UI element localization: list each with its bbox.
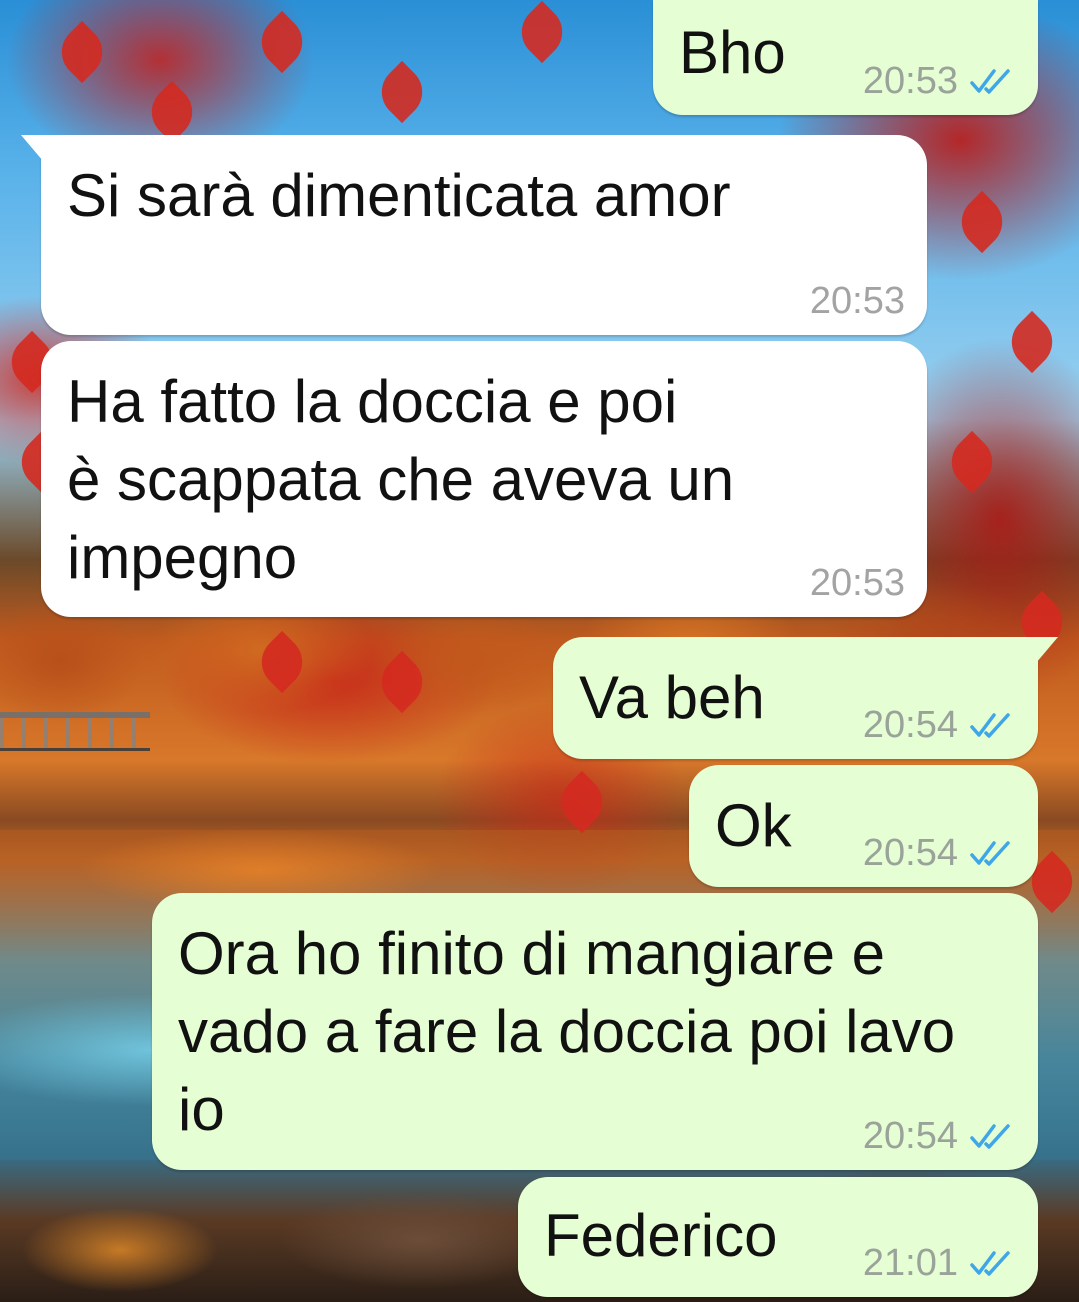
message-bubble-outgoing[interactable]: Ora ho finito di mangiare e vado a fare …	[152, 893, 1038, 1170]
message-text: Federico	[544, 1202, 778, 1269]
double-check-read-icon	[970, 69, 1010, 94]
message-meta: 20:54	[863, 833, 1016, 873]
message-text: Si sarà dimenticata amor	[67, 162, 731, 229]
message-time: 20:53	[809, 562, 905, 604]
message-bubble-incoming[interactable]: Si sarà dimenticata amor 20:53	[21, 135, 927, 335]
message-meta: 20:53	[810, 281, 905, 321]
message-time: 20:53	[862, 60, 958, 102]
bubble-tail	[21, 135, 43, 161]
message-time: 20:54	[862, 832, 958, 874]
message-meta: 20:54	[863, 705, 1016, 745]
message-meta: 21:01	[863, 1243, 1016, 1283]
double-check-read-icon	[970, 713, 1010, 738]
message-meta: 20:53	[810, 563, 905, 603]
double-check-read-icon	[970, 1251, 1010, 1276]
message-text: Bho	[679, 19, 786, 86]
message-meta: 20:54	[863, 1116, 1016, 1156]
message-bubble-incoming[interactable]: Ha fatto la doccia e poi è scappata che …	[41, 341, 927, 617]
message-text: Va beh	[579, 664, 765, 731]
double-check-read-icon	[970, 1124, 1010, 1149]
message-time: 20:53	[809, 280, 905, 322]
message-text: Ha fatto la doccia e poi è scappata che …	[67, 368, 735, 591]
chat-message-list[interactable]: Bho 20:53 Si sarà dimenticata amor 20:53…	[0, 0, 1079, 1302]
bubble-tail	[1036, 637, 1058, 663]
message-bubble-outgoing[interactable]: Federico 21:01	[518, 1177, 1038, 1297]
message-bubble-outgoing[interactable]: Va beh 20:54	[553, 637, 1058, 759]
message-text: Ok	[715, 792, 792, 859]
message-text: Ora ho finito di mangiare e vado a fare …	[178, 920, 956, 1143]
double-check-read-icon	[970, 841, 1010, 866]
message-bubble-outgoing[interactable]: Ok 20:54	[689, 765, 1038, 887]
message-time: 21:01	[862, 1242, 958, 1284]
message-time: 20:54	[862, 1115, 958, 1157]
message-meta: 20:53	[863, 61, 1016, 101]
message-bubble-outgoing[interactable]: Bho 20:53	[653, 0, 1038, 115]
message-time: 20:54	[862, 704, 958, 746]
